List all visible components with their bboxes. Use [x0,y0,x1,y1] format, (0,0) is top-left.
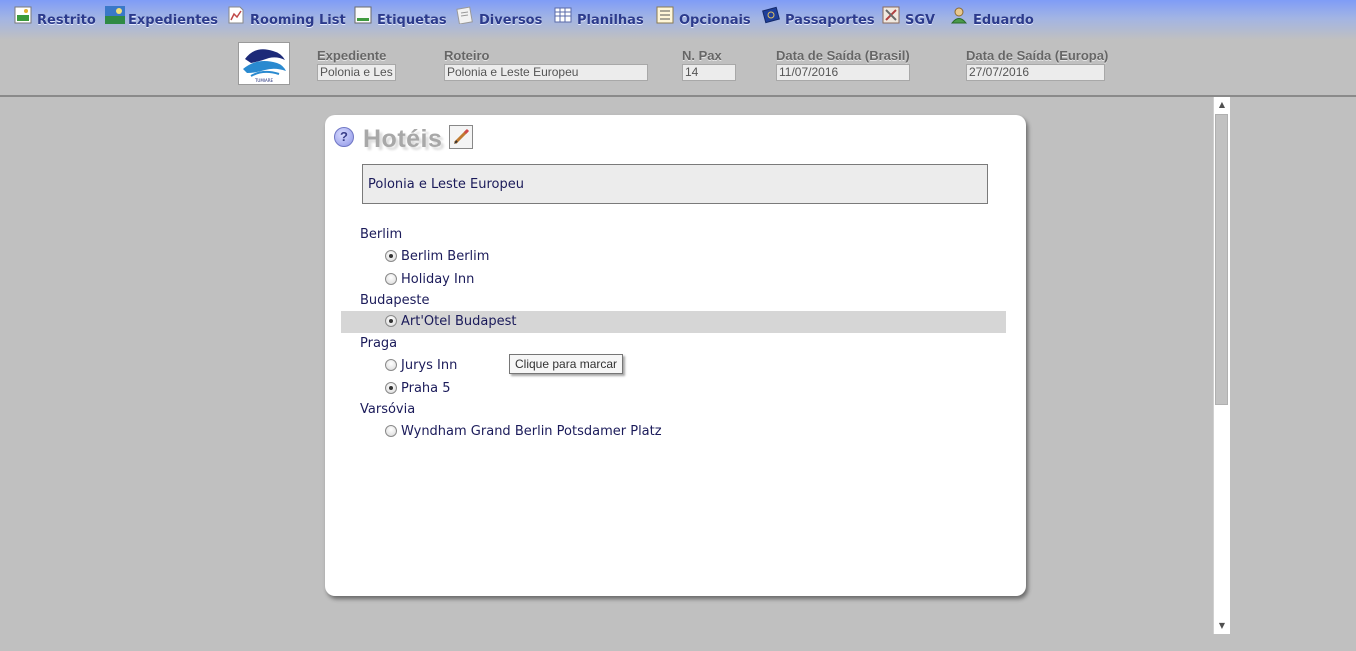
hotel-label: Art'Otel Budapest [401,314,517,329]
expediente-label: Expediente [317,48,387,63]
help-icon[interactable]: ? [334,127,354,147]
card-title: Hotéis [363,125,443,153]
menu-label: SGV [905,13,936,28]
landscape-icon [105,6,125,24]
hotel-label: Berlim Berlim [401,249,490,264]
label-icon [354,6,372,24]
hotel-row-berlim-berlim[interactable]: Berlim Berlim [341,246,1006,268]
spreadsheet-icon [554,6,572,24]
hoteis-card: ? Hotéis Polonia e Leste Europeu Berlim … [325,115,1026,596]
menu-user-eduardo[interactable]: Eduardo [950,7,1034,29]
city-praga: Praga [360,336,398,351]
hotel-radio[interactable] [385,273,397,285]
menu-etiquetas[interactable]: Etiquetas [354,6,447,29]
menu-expedientes[interactable]: Expedientes [105,6,218,29]
field-saida-europa: Data de Saída (Europa) 27/07/2016 [966,48,1108,81]
hotel-radio[interactable] [385,250,397,262]
edit-pencil-icon[interactable] [449,125,473,149]
hotel-row-praha-5[interactable]: Praha 5 [341,378,1006,400]
hotel-label: Wyndham Grand Berlin Potsdamer Platz [401,424,662,439]
document-chart-icon [227,6,245,24]
menu-label: Eduardo [973,13,1034,28]
field-expediente: Expediente Polonia e Les [317,48,396,81]
menu-restrito[interactable]: Restrito [14,6,96,29]
scroll-thumb[interactable] [1215,114,1228,405]
checklist-icon [656,6,674,24]
menu-label: Planilhas [577,13,644,28]
notes-icon [456,6,474,25]
hotel-row-holiday-inn[interactable]: Holiday Inn [341,269,1006,291]
hotel-radio[interactable] [385,382,397,394]
menu-label: Diversos [479,13,543,28]
npax-label: N. Pax [682,48,722,63]
npax-input[interactable]: 14 [682,64,736,81]
roteiro-input[interactable]: Polonia e Leste Europeu [444,64,648,81]
menu-label: Passaportes [785,13,875,28]
hotel-radio[interactable] [385,315,397,327]
menu-label: Opcionais [679,13,751,28]
saida-brasil-input[interactable]: 11/07/2016 [776,64,910,81]
hotel-label: Jurys Inn [401,358,458,373]
user-icon [950,6,968,24]
tooltip: Clique para marcar [509,354,624,374]
menu-sgv[interactable]: SGV [882,6,936,29]
city-budapeste: Budapeste [360,293,430,308]
scroll-up-arrow-icon[interactable]: ▲ [1214,97,1230,113]
city-varsovia: Varsóvia [360,402,416,417]
saida-brasil-label: Data de Saída (Brasil) [776,48,910,63]
field-saida-brasil: Data de Saída (Brasil) 11/07/2016 [776,48,910,81]
menu-diversos[interactable]: Diversos [456,6,543,29]
field-roteiro: Roteiro Polonia e Leste Europeu [444,48,648,81]
city-berlim: Berlim [360,227,403,242]
hotel-row-artotel-budapest[interactable]: Art'Otel Budapest [341,311,1006,333]
menu-passaportes[interactable]: Passaportes [762,6,875,29]
menu-label: Expedientes [128,13,218,28]
image-icon [14,6,32,24]
logo-text: TUMIARE [254,78,274,83]
menu-label: Rooming List [250,13,346,28]
expediente-header: TUMIARE Expediente Polonia e Les Roteiro… [0,40,1356,97]
menu-label: Restrito [37,13,96,28]
roteiro-label: Roteiro [444,48,490,63]
hotel-radio[interactable] [385,425,397,437]
hotel-radio[interactable] [385,359,397,371]
field-npax: N. Pax 14 [682,48,736,81]
vertical-scrollbar[interactable]: ▲ ▼ [1213,97,1230,634]
scroll-down-arrow-icon[interactable]: ▼ [1214,618,1230,634]
menu-rooming-list[interactable]: Rooming List [227,6,346,29]
company-logo: TUMIARE [238,42,290,85]
top-menu-bar: Restrito Expedientes Rooming List Etique… [0,0,1356,40]
menu-planilhas[interactable]: Planilhas [554,7,644,29]
hotel-label: Holiday Inn [401,272,475,287]
hotel-row-wyndham-grand[interactable]: Wyndham Grand Berlin Potsdamer Platz [341,421,1006,443]
menu-opcionais[interactable]: Opcionais [656,6,751,29]
roteiro-name-box: Polonia e Leste Europeu [362,164,988,204]
tools-icon [882,6,900,24]
hotel-label: Praha 5 [401,381,451,396]
expediente-input[interactable]: Polonia e Les [317,64,396,81]
passport-icon [762,6,780,24]
menu-label: Etiquetas [377,13,447,28]
hotel-row-jurys-inn[interactable]: Jurys Inn [341,355,1006,377]
saida-europa-label: Data de Saída (Europa) [966,48,1109,63]
saida-europa-input[interactable]: 27/07/2016 [966,64,1105,81]
